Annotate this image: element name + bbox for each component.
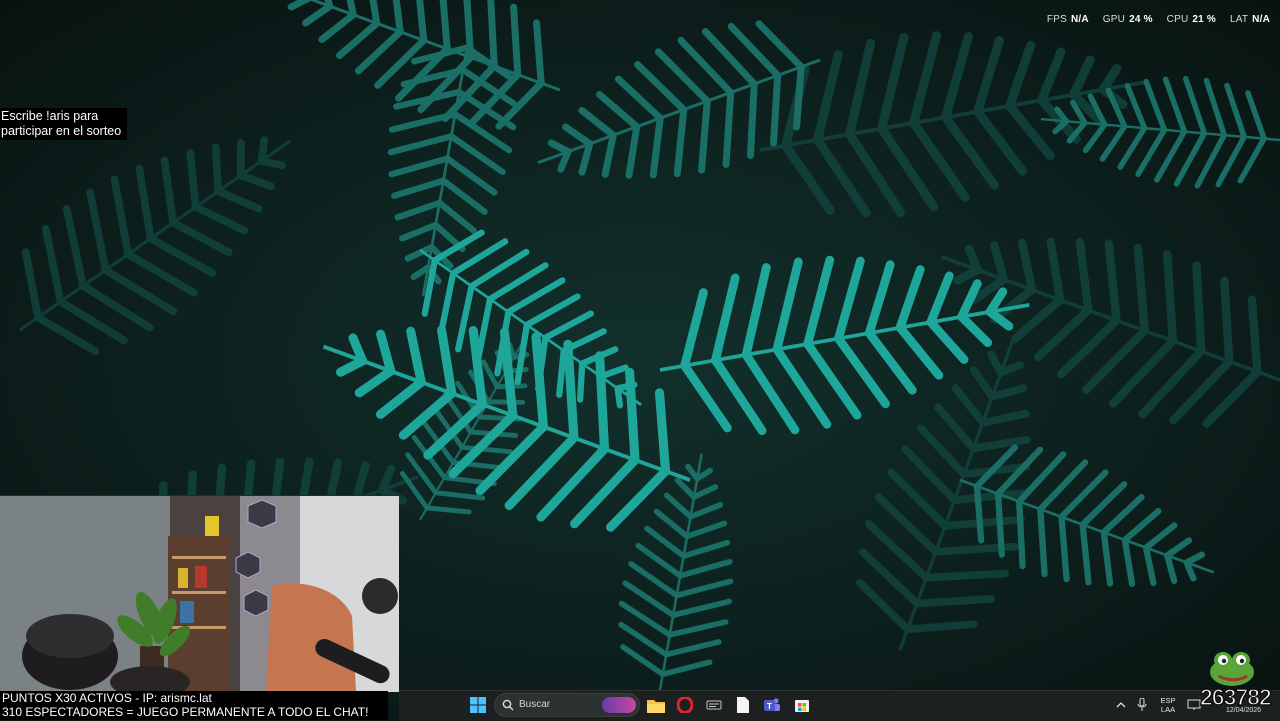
app-icon[interactable] — [703, 694, 725, 716]
webcam-feed — [0, 495, 399, 692]
fps-readout: FPS N/A — [1046, 13, 1089, 25]
stream-ticker-line2: 310 ESPECTADORES = JUEGO PERMANENTE A TO… — [0, 705, 388, 720]
cpu-readout: CPU 21 % — [1166, 13, 1216, 25]
taskbar-search[interactable]: Buscar — [494, 693, 640, 717]
store-icon[interactable] — [791, 694, 813, 716]
giveaway-banner: Escribe !aris para participar en el sort… — [0, 108, 127, 140]
search-placeholder: Buscar — [519, 699, 551, 710]
gpu-readout: GPU 24 % — [1102, 13, 1153, 25]
document-icon[interactable] — [732, 694, 754, 716]
svg-text:T: T — [767, 702, 772, 711]
taskbar-date[interactable]: 12/04/2026 — [1226, 707, 1261, 714]
performance-overlay: FPS N/A GPU 24 % CPU 21 % LAT N/A — [1047, 10, 1270, 28]
search-highlight-badge — [602, 697, 636, 713]
chevron-up-icon[interactable] — [1110, 694, 1132, 716]
stream-ticker-line1: PUNTOS X30 ACTIVOS - IP: arismc.lat — [0, 691, 388, 706]
teams-icon[interactable]: T — [761, 694, 783, 716]
microphone-icon[interactable] — [1131, 694, 1153, 716]
language-indicator[interactable]: ESP LAA — [1158, 696, 1178, 714]
latency-readout: LAT N/A — [1229, 13, 1270, 25]
search-icon — [502, 699, 514, 711]
opera-icon[interactable] — [674, 694, 696, 716]
windows-start-icon[interactable] — [467, 694, 489, 716]
folder-icon[interactable] — [645, 694, 667, 716]
frog-emote-icon — [1210, 652, 1254, 686]
